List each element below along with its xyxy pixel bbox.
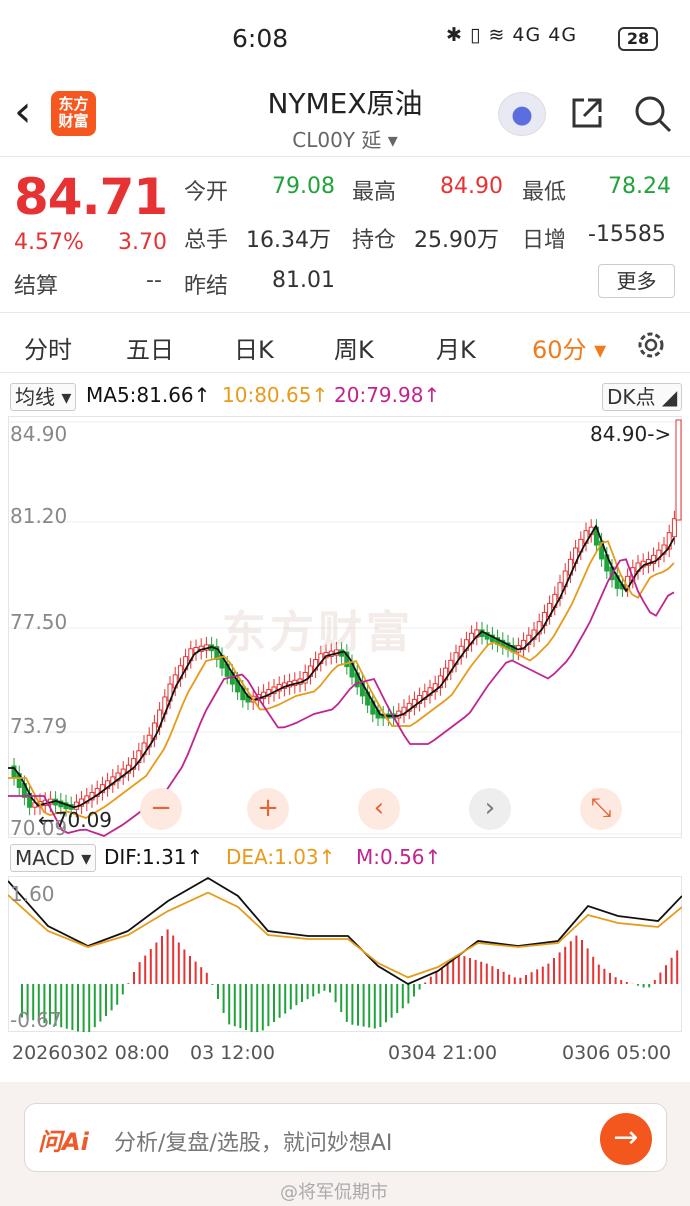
battery-icon: 28 (618, 27, 658, 51)
high-value: 84.90 (440, 174, 503, 199)
tab-weekly-k[interactable]: 周K (334, 330, 374, 365)
high-label: 最高 (352, 180, 397, 205)
macd-select[interactable]: MACD ▾ (10, 844, 97, 872)
daily-increase-label: 日增 (522, 228, 567, 253)
chart-frame (8, 876, 682, 1032)
dif-line (8, 876, 682, 986)
ai-logo: 问Ai (38, 1128, 89, 1156)
volume-value: 16.34万 (246, 228, 331, 253)
fullscreen-button[interactable]: ⤡ (580, 788, 622, 830)
price-tick: 84.90 (10, 422, 68, 446)
low-label: 最低 (522, 180, 567, 205)
status-bar: 6:08 ✱ ▯ ≋ 4G 4G 28 (0, 0, 690, 78)
tab-daily-k[interactable]: 日K (234, 330, 274, 365)
settle-label: 结算 (14, 274, 59, 299)
price-change: 3.70 (118, 230, 167, 255)
price-tick: 77.50 (10, 610, 68, 634)
tab-monthly-k[interactable]: 月K (436, 330, 476, 365)
ai-robot-icon[interactable] (498, 92, 546, 136)
last-price: 84.71 (14, 168, 168, 226)
dk-point-button[interactable]: DK点 ◢ (602, 383, 683, 411)
candle-body (675, 419, 682, 521)
ai-input-placeholder[interactable]: 分析/复盘/选股，就问妙想AI (114, 1125, 392, 1157)
divider (0, 372, 690, 373)
open-interest-value: 25.90万 (414, 228, 499, 253)
macd-chart[interactable] (8, 876, 682, 1032)
zoom-in-button[interactable]: + (247, 788, 289, 830)
high-marker: 84.90-> (590, 422, 672, 446)
price-tick: 81.20 (10, 504, 68, 528)
search-icon[interactable] (633, 94, 673, 134)
settle-value: -- (146, 268, 162, 293)
time-tick: 03 12:00 (190, 1042, 275, 1064)
dif-value: DIF:1.31↑ (104, 845, 204, 869)
low-marker: ←70.09 (38, 808, 113, 832)
weibo-watermark: @将军侃期市 (280, 1182, 388, 1203)
tab-five-day[interactable]: 五日 (126, 330, 174, 365)
price-tick: 73.79 (10, 714, 68, 738)
ma-select[interactable]: 均线 ▾ (10, 383, 77, 411)
divider (0, 312, 690, 313)
ma10-value: 10:80.65↑ (222, 383, 329, 407)
divider (0, 156, 690, 157)
zoom-out-button[interactable]: − (140, 788, 182, 830)
ma5-value: MA5:81.66↑ (86, 383, 211, 407)
volume-label: 总手 (184, 228, 229, 253)
ai-send-button[interactable]: → (600, 1113, 652, 1165)
low-value: 78.24 (608, 174, 671, 199)
ma20-value: 20:79.98↑ (334, 383, 441, 407)
scroll-right-button[interactable]: › (469, 788, 511, 830)
signal-icons: ✱ ▯ ≋ 4G 4G (446, 24, 578, 46)
prev-settle-value: 81.01 (272, 268, 335, 293)
macd-tick: -0.67 (10, 1008, 62, 1032)
tab-intraday[interactable]: 分时 (24, 330, 72, 365)
time-tick: 20260302 08:00 (12, 1042, 170, 1064)
open-label: 今开 (184, 180, 229, 205)
pct-change: 4.57% (14, 230, 84, 255)
time-tick: 0306 05:00 (562, 1042, 672, 1064)
prev-settle-label: 昨结 (184, 274, 229, 299)
open-interest-label: 持仓 (352, 228, 397, 253)
time-tick: 0304 21:00 (388, 1042, 498, 1064)
daily-increase-value: -15585 (588, 222, 666, 247)
clock: 6:08 (232, 24, 289, 53)
macd-tick: 1.60 (10, 882, 55, 906)
more-button[interactable]: 更多 (598, 264, 675, 298)
tab-60min[interactable]: 60分 ▾ (532, 330, 606, 365)
open-value: 79.08 (272, 174, 335, 199)
m-value: M:0.56↑ (356, 845, 442, 869)
share-icon[interactable] (568, 94, 606, 132)
scroll-left-button[interactable]: ‹ (358, 788, 400, 830)
dea-line (8, 891, 682, 979)
dea-value: DEA:1.03↑ (226, 845, 336, 869)
candle-body (671, 518, 677, 538)
gear-icon[interactable] (634, 328, 668, 362)
watermark: 东方财富 (222, 607, 414, 658)
ma5-line (8, 523, 675, 809)
